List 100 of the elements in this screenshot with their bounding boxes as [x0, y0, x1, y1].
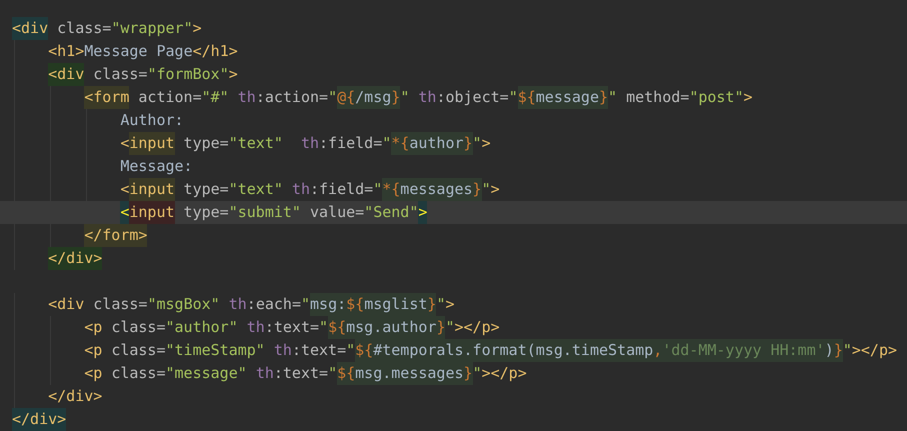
attribute-value: " [608, 87, 618, 108]
expression-delimiter: *{ [391, 132, 410, 155]
attribute-value: "formBox" [147, 64, 229, 85]
html-tag: > [192, 17, 202, 40]
expression-delimiter: ${ [518, 86, 536, 109]
html-tag: input [129, 132, 175, 155]
attribute-value: "text" [228, 179, 283, 200]
attribute-value: "text" [228, 133, 283, 154]
html-tag: < [120, 178, 130, 201]
namespace-prefix: th [246, 317, 265, 338]
expression-delimiter: *{ [382, 178, 400, 201]
expression-delimiter: } [427, 293, 436, 316]
attribute-name: type= [184, 202, 229, 223]
attribute-name: :object= [436, 87, 509, 108]
html-tag: > [228, 63, 238, 86]
attribute-value: " [319, 317, 328, 338]
attribute-value: " [373, 179, 382, 200]
expression: msg.author [346, 316, 436, 339]
attribute-value: "Send" [364, 202, 418, 223]
html-tag: > [445, 293, 455, 316]
attribute-value: " [436, 294, 446, 315]
html-tag: <form [84, 86, 130, 109]
attribute-name: class= [57, 18, 112, 39]
expression-delimiter: } [436, 316, 446, 339]
string-literal: 'dd-MM-yyyy HH:mm' [662, 339, 825, 362]
attribute-name: method= [626, 87, 690, 108]
text-content: Message Page [84, 41, 193, 62]
attribute-value: "message" [166, 363, 247, 384]
html-tag: </form> [84, 224, 148, 247]
attribute-value: " [400, 87, 410, 108]
expression-delimiter: @{ [337, 86, 356, 109]
expression-delimiter: ${ [337, 362, 356, 385]
html-tag: > [744, 86, 753, 109]
expression: author [409, 132, 464, 155]
html-tag: ></p> [454, 316, 500, 339]
attribute-value: " [842, 340, 852, 361]
attribute-value: " [328, 87, 338, 108]
expression-delimiter: , [653, 339, 662, 362]
text-content: Message: [120, 156, 193, 177]
attribute-name: :text= [264, 317, 320, 338]
attribute-name: type= [184, 133, 229, 154]
attribute-value: "msgBox" [147, 294, 220, 315]
attribute-name: value= [310, 202, 364, 223]
html-tag: <div [12, 17, 48, 40]
attribute-value: " [346, 340, 356, 361]
html-tag: <div [48, 293, 84, 316]
attribute-name: type= [184, 179, 229, 200]
expression: #temporals.format(msg.timeStamp [373, 339, 654, 362]
attribute-name: :text= [292, 340, 346, 361]
expression-delimiter: } [391, 86, 400, 109]
html-tag: ></p> [852, 339, 898, 362]
expression-delimiter: ${ [355, 339, 374, 362]
namespace-prefix: th [238, 87, 256, 108]
expression: msglist [364, 293, 428, 316]
attribute-value: " [472, 133, 482, 154]
html-tag: > [482, 132, 491, 155]
html-tag: </div> [48, 247, 102, 270]
expression: /msg [355, 86, 392, 109]
html-tag: ></p> [482, 362, 527, 385]
expression-delimiter: ${ [346, 293, 364, 316]
attribute-name: :action= [256, 87, 328, 108]
expression: message [536, 86, 599, 109]
html-tag: < [120, 132, 130, 155]
namespace-prefix: th [228, 294, 247, 315]
namespace-prefix: th [300, 133, 320, 154]
expression-delimiter: ${ [328, 316, 346, 339]
expression: msg: [310, 293, 346, 316]
html-tag: </div> [48, 385, 102, 408]
attribute-name: :field= [319, 133, 382, 154]
attribute-name: :text= [274, 363, 328, 384]
namespace-prefix: th [292, 179, 310, 200]
namespace-prefix: th [274, 340, 292, 361]
attribute-name: :each= [246, 294, 301, 315]
expression: messages [400, 178, 473, 201]
namespace-prefix: th [256, 363, 274, 384]
attribute-value: "timeStamp" [166, 340, 265, 361]
attribute-value: "wrapper" [111, 18, 193, 39]
attribute-name: class= [111, 340, 166, 361]
attribute-value: "post" [689, 87, 744, 108]
attribute-name: class= [93, 64, 148, 85]
html-tag: < [120, 201, 130, 224]
attribute-value: "author" [166, 317, 238, 338]
html-tag: <p [84, 339, 102, 362]
attribute-name: class= [93, 294, 148, 315]
namespace-prefix: th [418, 87, 436, 108]
attribute-name: action= [138, 87, 202, 108]
attribute-value: " [472, 363, 482, 384]
attribute-value: "submit" [228, 202, 301, 223]
html-tag: </div> [12, 408, 66, 431]
html-tag: <p [84, 316, 102, 339]
attribute-value: " [382, 133, 392, 154]
text-content: Author: [120, 110, 184, 131]
html-tag: input [129, 178, 175, 201]
attribute-name: :field= [310, 179, 374, 200]
attribute-value: " [328, 363, 338, 384]
attribute-value: "#" [202, 87, 229, 108]
expression: msg.messages [355, 362, 464, 385]
html-tag: <div [48, 63, 84, 86]
attribute-value: " [508, 87, 518, 108]
html-tag: > [418, 201, 428, 224]
